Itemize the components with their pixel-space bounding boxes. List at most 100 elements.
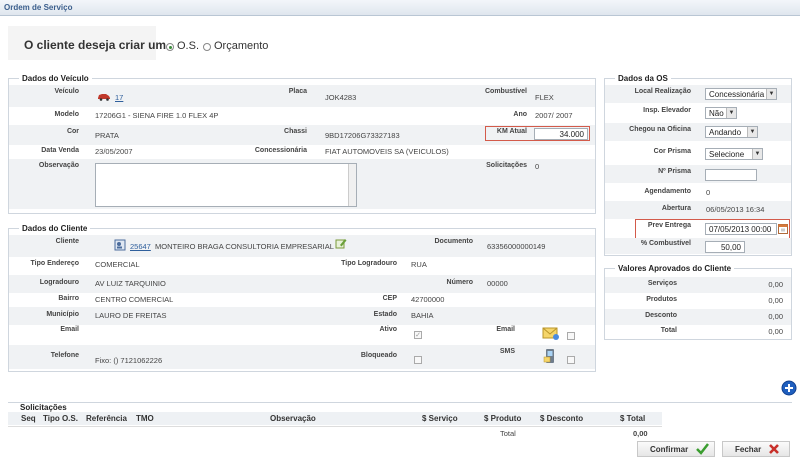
local-label: Local Realização: [634, 88, 691, 95]
calendar-icon[interactable]: [778, 223, 788, 234]
approved-total-label: Total: [660, 327, 677, 334]
client-card-icon[interactable]: [114, 239, 126, 251]
data-venda-label: Data Venda: [41, 147, 79, 154]
os-row-prisma-num: Nº Prisma: [605, 165, 791, 183]
bairro-value: CENTRO COMERCIAL: [95, 295, 174, 304]
combustivel-label: Combustível: [484, 88, 527, 95]
cor-label: Cor: [66, 128, 79, 135]
email-label: Email: [60, 326, 79, 333]
local-select-value: Concessionária: [709, 90, 765, 99]
prisma-cor-label: Cor Prisma: [653, 148, 691, 155]
chegou-label: Chegou na Oficina: [629, 126, 691, 133]
radio-os[interactable]: [166, 43, 174, 51]
estado-label: Estado: [373, 311, 397, 318]
os-combustivel-label: % Combustível: [640, 240, 691, 247]
km-input[interactable]: 34.000: [534, 128, 588, 140]
combustivel-value: FLEX: [535, 93, 554, 102]
approved-total-value: 0,00: [768, 327, 783, 336]
solicitacoes-label: Solicitações: [486, 162, 527, 169]
os-row-elevador: Insp. Elevador Não ▼: [605, 103, 791, 121]
ano-value: 2007/ 2007: [535, 111, 573, 120]
car-icon[interactable]: [97, 92, 111, 101]
veiculo-label: Veículo: [54, 88, 79, 95]
elevador-select[interactable]: Não ▼: [705, 107, 737, 119]
close-button-label: Fechar: [735, 445, 762, 454]
agendamento-value: 0: [706, 188, 711, 197]
chassi-label: Chassi: [284, 128, 307, 135]
envelope-icon[interactable]: [542, 326, 560, 340]
col-desconto: $ Desconto: [540, 414, 584, 423]
radio-os-label[interactable]: O.S.: [177, 40, 199, 52]
col-total: $ Total: [620, 414, 646, 423]
tipo-logradouro-value: RUA: [411, 260, 427, 269]
veiculo-link[interactable]: 17: [115, 93, 123, 102]
observacao-textarea[interactable]: [95, 163, 357, 207]
approved-servicos-label: Serviços: [647, 280, 677, 287]
cep-label: CEP: [382, 295, 397, 302]
concessionaria-value: FIAT AUTOMOVEIS SA (VEICULOS): [325, 147, 449, 156]
tipo-endereco-value: COMERCIAL: [95, 260, 140, 269]
confirm-button[interactable]: Confirmar: [637, 441, 715, 457]
os-row-chegou: Chegou na Oficina Andando ▼: [605, 123, 791, 141]
radio-orcamento[interactable]: [203, 43, 211, 51]
elevador-label: Insp. Elevador: [643, 107, 691, 114]
vehicle-row-1: Veículo 17 Placa JOK4283 Combustível FLE…: [9, 85, 595, 107]
close-button[interactable]: Fechar: [722, 441, 790, 457]
vehicle-row-5: Observação Solicitações 0: [9, 159, 595, 209]
os-row-abertura: Abertura 06/05/2013 16:34: [605, 201, 791, 219]
concessionaria-label: Concessionária: [254, 147, 307, 154]
client-panel-title: Dados do Cliente: [19, 224, 91, 233]
prisma-num-input[interactable]: [705, 169, 757, 181]
ano-label: Ano: [513, 111, 527, 118]
client-row-6: Email Ativo ✓ Email: [9, 323, 595, 345]
os-combustivel-input[interactable]: 50,00: [705, 241, 745, 253]
os-row-combustivel: % Combustível 50,00: [605, 238, 791, 254]
prev-entrega-input[interactable]: 07/05/2013 00:00: [705, 223, 777, 235]
prev-entrega-label: Prev Entrega: [647, 222, 691, 229]
numero-value: 00000: [487, 279, 508, 288]
tipo-logradouro-label: Tipo Logradouro: [341, 260, 397, 267]
client-row-7: Telefone Fixo: () 7121062226 Bloqueado S…: [9, 345, 595, 369]
requests-total-label: Total: [500, 429, 516, 438]
elevador-select-value: Não: [709, 109, 724, 118]
observacao-scrollbar[interactable]: [348, 164, 356, 206]
cliente-label: Cliente: [55, 238, 79, 245]
edit-pencil-icon[interactable]: [335, 237, 347, 249]
close-x-icon: [769, 444, 779, 454]
ativo-checkbox[interactable]: ✓: [414, 331, 422, 339]
approved-servicos-value: 0,00: [768, 280, 783, 289]
add-circle-icon[interactable]: [781, 380, 797, 396]
telefone-value: Fixo: () 7121062226: [95, 356, 163, 365]
sms-checkbox[interactable]: [567, 356, 575, 364]
logradouro-value: AV LUIZ TARQUINIO: [95, 279, 166, 288]
requests-header: Seq Tipo O.S. Referência TMO Observação …: [8, 412, 662, 425]
telefone-label: Telefone: [50, 352, 79, 359]
chevron-down-icon: ▼: [747, 127, 757, 137]
placa-value: JOK4283: [325, 93, 357, 102]
radio-orcamento-label[interactable]: Orçamento: [214, 40, 268, 52]
bloqueado-checkbox[interactable]: [414, 356, 422, 364]
placa-label: Placa: [288, 88, 307, 95]
approved-row-produtos: Produtos 0,00: [605, 293, 791, 309]
approved-produtos-value: 0,00: [768, 296, 783, 305]
vehicle-row-3: Cor PRATA Chassi 9BD17206G73327183 KM At…: [9, 125, 595, 145]
col-observacao: Observação: [270, 414, 316, 423]
modelo-value: 17206G1 - SIENA FIRE 1.0 FLEX 4P: [95, 111, 219, 120]
local-select[interactable]: Concessionária ▼: [705, 88, 777, 100]
documento-value: 63356000000149: [487, 242, 546, 251]
km-label: KM Atual: [496, 128, 527, 135]
cliente-code-link[interactable]: 25647: [130, 242, 151, 251]
check-icon: [696, 443, 709, 455]
prisma-cor-select[interactable]: Selecione ▼: [705, 148, 763, 160]
email-checkbox[interactable]: [567, 332, 575, 340]
chegou-select-value: Andando: [709, 128, 742, 137]
logradouro-label: Logradouro: [39, 279, 79, 286]
municipio-value: LAURO DE FREITAS: [95, 311, 167, 320]
prisma-cor-select-value: Selecione: [709, 150, 745, 159]
os-row-local: Local Realização Concessionária ▼: [605, 85, 791, 103]
cor-value: PRATA: [95, 131, 119, 140]
cliente-name: MONTEIRO BRAGA CONSULTORIA EMPRESARIAL: [155, 242, 334, 251]
modelo-label: Modelo: [54, 111, 80, 118]
phone-icon[interactable]: [543, 348, 557, 364]
chegou-select[interactable]: Andando ▼: [705, 126, 758, 138]
